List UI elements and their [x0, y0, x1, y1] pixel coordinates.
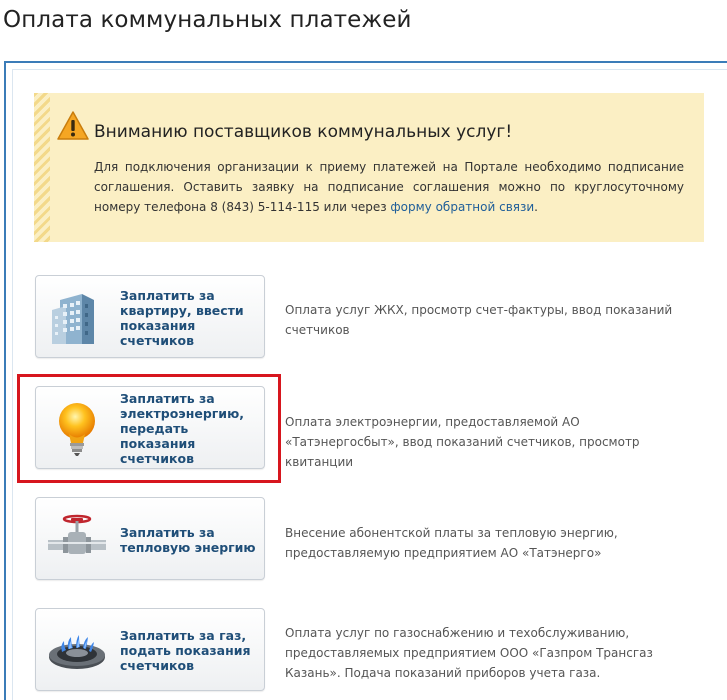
warning-icon: [57, 111, 89, 140]
pay-heating-button[interactable]: Заплатить за тепловую энергию: [35, 497, 265, 580]
pay-electricity-description: Оплата электроэнергии, предоставляемой А…: [285, 415, 640, 469]
notice-title: Вниманию поставщиков коммунальных услуг!: [94, 122, 513, 142]
pay-apartment-description: Оплата услуг ЖКХ, просмотр счет-фактуры,…: [285, 303, 673, 337]
highlight-frame: [17, 374, 281, 483]
valve-pipe-icon: [48, 514, 106, 554]
notice-text: Для подключения организации к приему пла…: [94, 157, 684, 217]
pay-gas-button[interactable]: Заплатить за газ, подать показания счетч…: [35, 608, 265, 691]
pay-heating-description: Внесение абонентской платы за тепловую э…: [285, 526, 618, 560]
page-title: Оплата коммунальных платежей: [3, 7, 412, 33]
supplier-notice: Вниманию поставщиков коммунальных услуг!…: [34, 93, 704, 242]
service-row-heating: Заплатить за тепловую энергию Внесение а…: [0, 497, 727, 597]
pay-apartment-label: Заплатить за квартиру, ввести показания …: [120, 287, 244, 348]
pay-apartment-button[interactable]: Заплатить за квартиру, ввести показания …: [35, 275, 265, 358]
notice-text-body: Для подключения организации к приему пла…: [94, 160, 684, 214]
notice-text-end: .: [534, 200, 538, 214]
pay-gas-description: Оплата услуг по газоснабжению и техобслу…: [285, 626, 653, 680]
notice-stripe: [34, 93, 50, 242]
service-row-apartment: Заплатить за квартиру, ввести показания …: [0, 275, 727, 375]
gas-burner-icon: [49, 635, 105, 669]
feedback-form-link[interactable]: форму обратной связи: [390, 200, 534, 214]
pay-heating-label: Заплатить за тепловую энергию: [120, 524, 256, 555]
apartment-building-icon: [52, 294, 94, 344]
pay-gas-label: Заплатить за газ, подать показания счетч…: [120, 628, 251, 673]
service-row-gas: Заплатить за газ, подать показания счетч…: [0, 608, 727, 700]
